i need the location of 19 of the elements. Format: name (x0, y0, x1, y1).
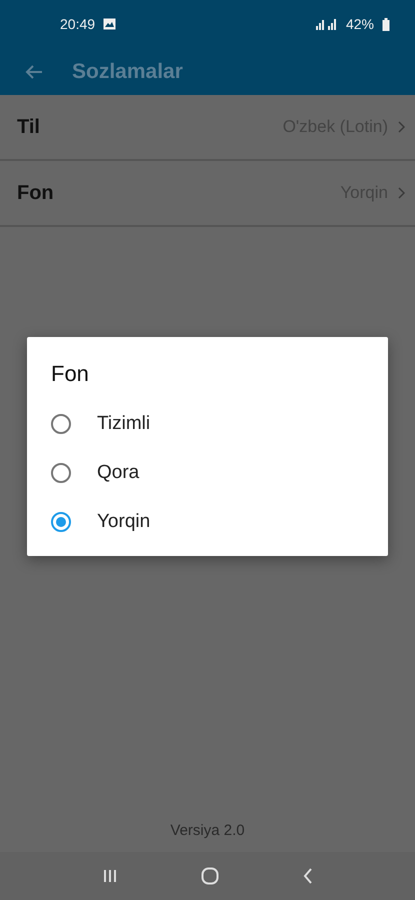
setting-label: Til (17, 116, 40, 138)
battery-icon (382, 18, 390, 30)
chevron-icon (398, 121, 405, 133)
screen-title: Sozlamalar (72, 60, 183, 84)
setting-label: Fon (17, 182, 54, 204)
radio-option[interactable]: Qora (27, 448, 388, 497)
battery-level: 42% (346, 16, 374, 32)
chevron-icon (398, 187, 405, 199)
radio-option[interactable]: Tizimli (27, 399, 388, 448)
three-bars-icon (102, 868, 118, 884)
status-time: 20:49 (60, 16, 96, 32)
back-arrow-icon (24, 64, 44, 80)
image-icon (103, 18, 116, 30)
dialog-title: Fon (50, 361, 90, 388)
chevron-left-icon (303, 868, 314, 884)
signal-icon (316, 18, 338, 30)
radio-option[interactable]: Yorqin (27, 497, 388, 546)
home-icon (201, 867, 220, 885)
version-text: Versiya 2.0 (170, 822, 245, 838)
